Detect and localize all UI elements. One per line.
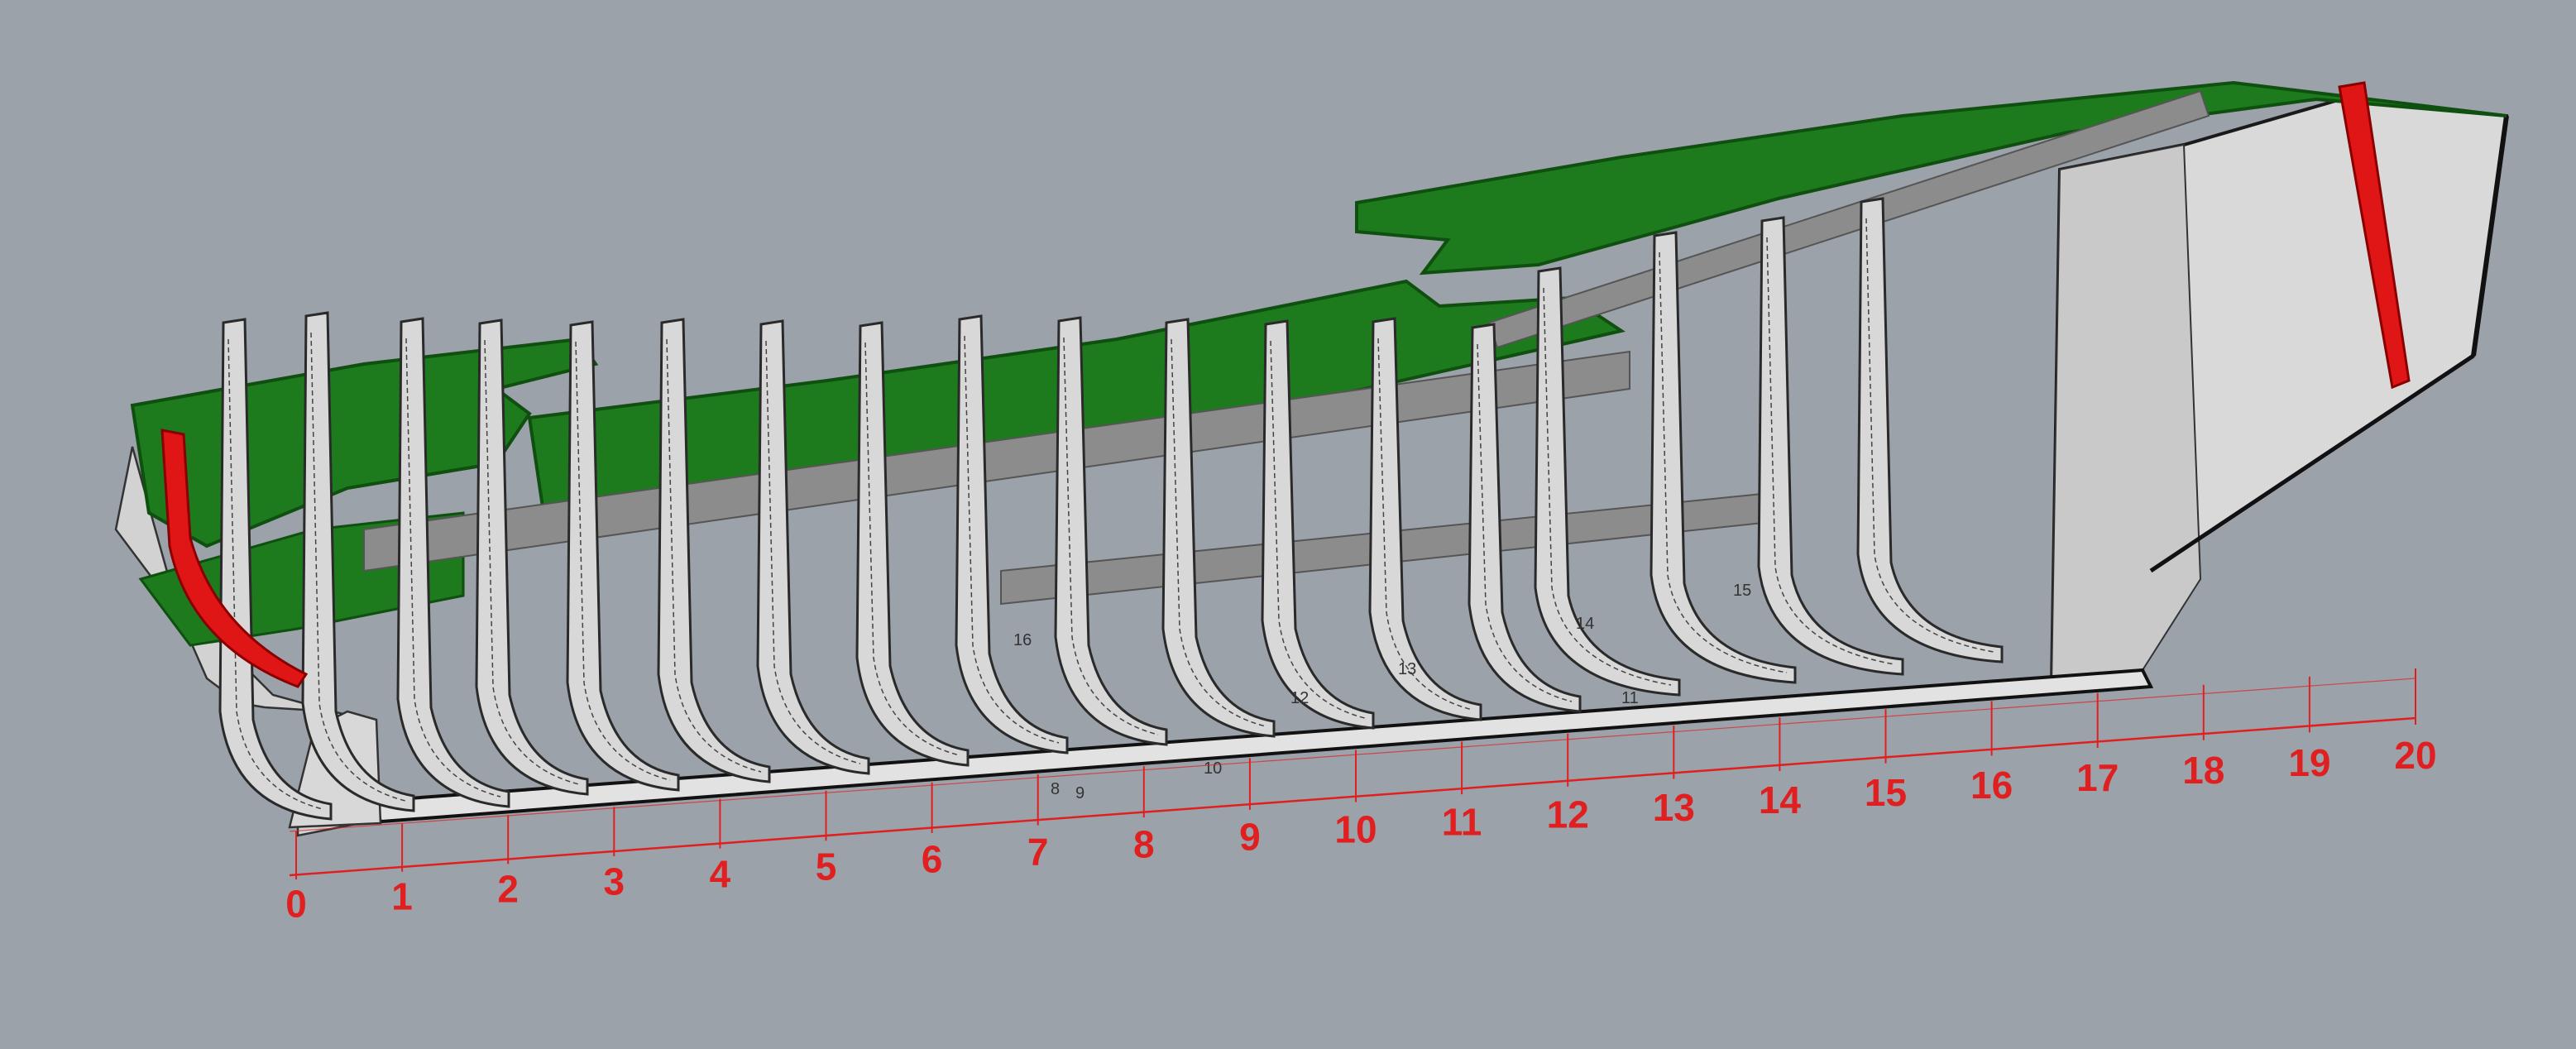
- station-label: 12: [1547, 793, 1589, 836]
- station-label: 4: [710, 852, 731, 895]
- station-label: 2: [497, 867, 519, 910]
- hull-model-view: 1615141312 111098 0 1 2 3 4 5 6 7 8 9 10 11 12 13 14 15 1…: [114, 80, 2509, 925]
- frame-number-label: 16: [1013, 631, 1032, 649]
- station-label: 17: [2076, 756, 2119, 799]
- station-label: 13: [1653, 786, 1695, 829]
- frame-number-label: 14: [1576, 615, 1594, 633]
- station-label: 7: [1027, 831, 1049, 874]
- station-label: 18: [2182, 749, 2224, 792]
- bow-inner-plating: [2050, 143, 2202, 688]
- frame-number-label: 8: [1051, 780, 1060, 798]
- station-label: 3: [604, 860, 625, 903]
- station-label: 8: [1133, 823, 1155, 866]
- station-label: 1: [391, 874, 413, 917]
- station-label: 15: [1865, 771, 1907, 814]
- station-label: 20: [2394, 734, 2436, 777]
- frame-number-label: 13: [1398, 660, 1416, 678]
- station-label: 14: [1759, 778, 1802, 821]
- station-label: 16: [1970, 764, 2013, 807]
- station-label: 6: [922, 838, 943, 881]
- station-label: 5: [816, 845, 837, 888]
- frame-number-label: 15: [1733, 582, 1751, 600]
- 3d-viewport[interactable]: 16 15 14 13 12 11 10 9 8 0 1 2 3 4 5 6 7 8 9 10 11 12 13 14 15 1…: [0, 0, 2576, 1045]
- frame-number-label: 9: [1075, 784, 1085, 802]
- frame: [1856, 197, 2004, 663]
- station-label: 9: [1239, 816, 1261, 859]
- frame-number-label: 12: [1290, 689, 1309, 707]
- station-label: 10: [1334, 808, 1377, 851]
- station-label: 0: [285, 882, 307, 925]
- station-label: 11: [1442, 801, 1482, 844]
- frame-number-label: 11: [1621, 689, 1639, 707]
- frame-number-label: 10: [1204, 759, 1222, 778]
- station-label: 19: [2288, 741, 2330, 784]
